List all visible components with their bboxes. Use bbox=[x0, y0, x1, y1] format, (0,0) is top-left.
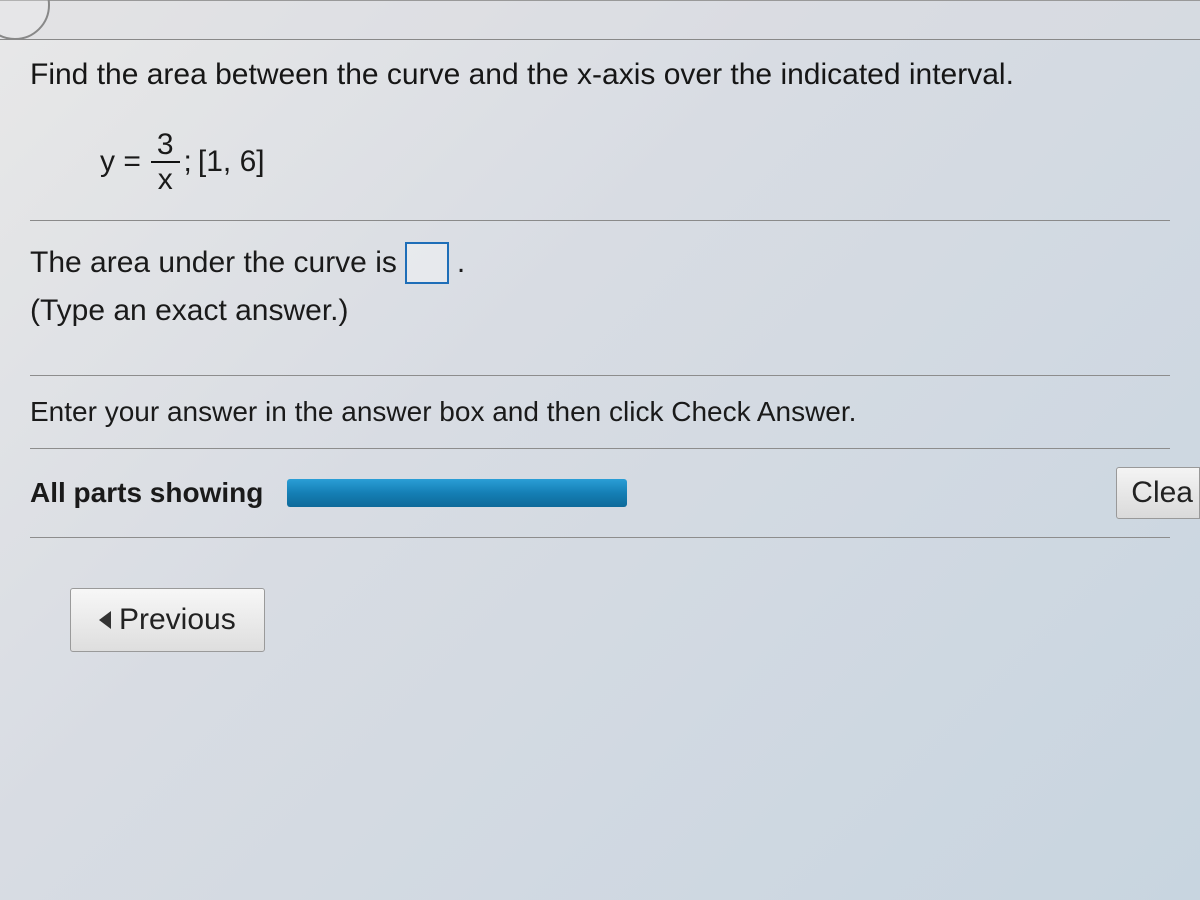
equation-suffix: ; bbox=[184, 145, 192, 179]
equation-display: y = 3 x ; [1, 6] bbox=[30, 116, 1170, 212]
question-panel: Find the area between the curve and the … bbox=[0, 40, 1200, 652]
section-divider bbox=[30, 220, 1170, 221]
previous-button[interactable]: Previous bbox=[70, 588, 265, 652]
answer-suffix: . bbox=[457, 239, 465, 287]
parts-row: All parts showing Clea bbox=[30, 449, 1170, 538]
parts-label: All parts showing bbox=[30, 477, 263, 509]
clear-button[interactable]: Clea bbox=[1116, 467, 1200, 519]
top-toolbar-divider bbox=[0, 0, 1200, 40]
equation-lhs: y = bbox=[100, 145, 147, 179]
answer-input[interactable] bbox=[405, 242, 449, 284]
parts-left-group: All parts showing bbox=[30, 477, 627, 509]
equation-interval: [1, 6] bbox=[192, 145, 265, 179]
answer-area: The area under the curve is . (Type an e… bbox=[30, 235, 1170, 375]
clear-button-label: Clea bbox=[1131, 476, 1193, 509]
answer-hint: (Type an exact answer.) bbox=[30, 287, 1170, 335]
chevron-left-icon bbox=[99, 611, 111, 629]
bottom-nav: Previous bbox=[30, 538, 1170, 652]
progress-bar bbox=[287, 479, 627, 507]
fraction-denominator: x bbox=[152, 163, 179, 196]
question-prompt: Find the area between the curve and the … bbox=[30, 58, 1170, 116]
answer-line: The area under the curve is . bbox=[30, 239, 1170, 287]
equation-fraction: 3 x bbox=[151, 128, 180, 196]
fraction-numerator: 3 bbox=[151, 128, 180, 163]
previous-button-label: Previous bbox=[119, 603, 236, 637]
answer-prefix: The area under the curve is bbox=[30, 239, 397, 287]
instruction-text: Enter your answer in the answer box and … bbox=[30, 375, 1170, 449]
progress-fill bbox=[287, 479, 627, 507]
